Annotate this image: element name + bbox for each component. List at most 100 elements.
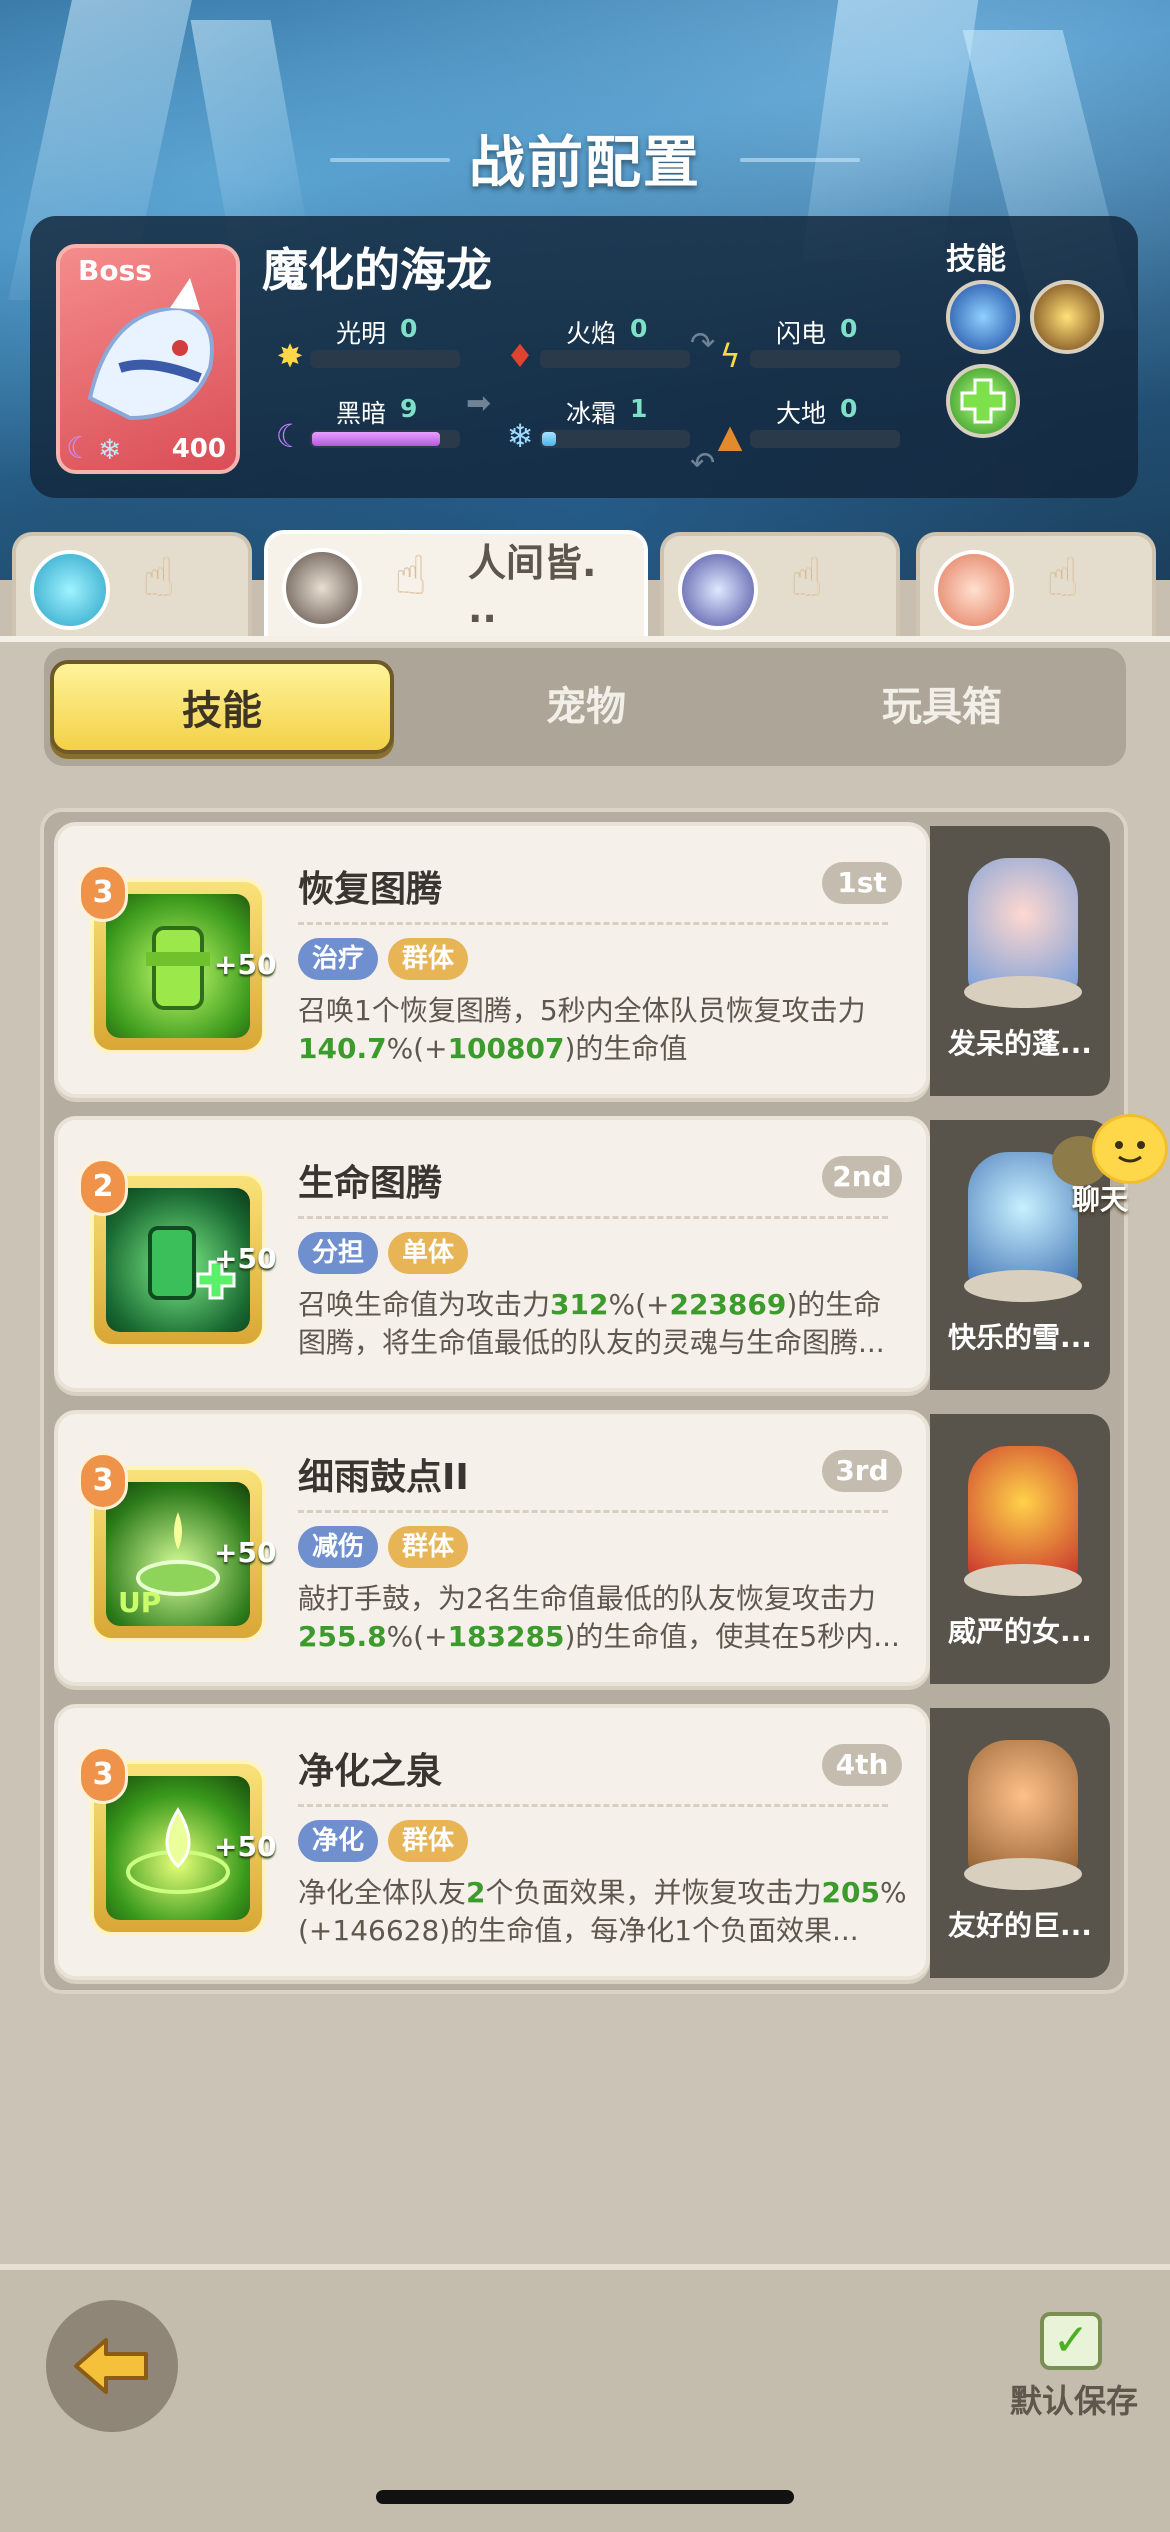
default-save-label[interactable]: 默认保存 — [1010, 2376, 1138, 2422]
hero-tab-2[interactable]: ☝ 人间皆. .. — [264, 530, 648, 638]
element-label: 黑暗 — [336, 399, 387, 428]
earth-icon: ▲ — [717, 417, 743, 455]
skill-tag: 群体 — [388, 1526, 468, 1568]
tap-hand-icon: ☝ — [1046, 546, 1079, 609]
boss-tag: Boss — [78, 254, 152, 287]
element-bar — [310, 350, 460, 368]
element-value: 0 — [840, 314, 858, 343]
tab-pets[interactable]: 宠物 — [414, 660, 758, 754]
skill-card-4[interactable]: +50 3 净化之泉 4th 净化 群体 净化全体队友2个负面效果，并恢复攻击力… — [54, 1704, 930, 1980]
pet-base — [964, 1564, 1082, 1596]
snowflake-icon: ❄ — [98, 433, 122, 466]
divider — [298, 1804, 888, 1807]
back-arrow-icon — [74, 2338, 148, 2394]
element-value: 9 — [400, 394, 418, 423]
skill-tag: 单体 — [388, 1232, 468, 1274]
boss-skill-burst-icon[interactable] — [1030, 280, 1104, 354]
skill-name: 净化之泉 — [298, 1751, 443, 1792]
default-save-checkbox[interactable]: ✓ — [1040, 2312, 1102, 2370]
pet-slot-1[interactable]: 发呆的蓬... — [930, 826, 1110, 1096]
element-lightning: ϟ 闪电 0 — [710, 314, 930, 384]
skill-tag: 群体 — [388, 938, 468, 980]
element-dark: ☾ 黑暗 9 — [270, 394, 490, 464]
skill-order-badge: 2nd — [822, 1156, 902, 1198]
pet-name: 威严的女... — [948, 1615, 1092, 1648]
element-label: 冰霜 — [566, 399, 617, 428]
boss-name: 魔化的海龙 — [262, 243, 492, 297]
moon-icon: ☾ — [66, 431, 93, 466]
divider — [298, 1510, 888, 1513]
boss-skills-label: 技能 — [946, 242, 1006, 277]
pet-name: 友好的巨... — [948, 1909, 1092, 1942]
element-bar — [310, 430, 460, 448]
boss-skill-heal-icon[interactable] — [946, 364, 1020, 438]
skill-name: 恢复图腾 — [298, 869, 443, 910]
boss-skill-water-icon[interactable] — [946, 280, 1020, 354]
skill-card-2[interactable]: +50 2 生命图腾 2nd 分担 单体 召唤生命值为攻击力312%(+2238… — [54, 1116, 930, 1392]
segment-control: 技能 宠物 玩具箱 — [44, 648, 1126, 766]
pet-base — [964, 1858, 1082, 1890]
skill-tag: 分担 — [298, 1232, 378, 1274]
pet-base — [964, 976, 1082, 1008]
header-banner: 战前配置 Boss ☾ ❄ 400 魔化的海龙 ✸ 光明 0 ♦ 火焰 0 ϟ … — [0, 0, 1170, 580]
skill-description: 召唤1个恢复图腾，5秒内全体队员恢复攻击力140.7%(+100807)的生命值 — [298, 994, 866, 1065]
back-button[interactable] — [46, 2300, 178, 2432]
upgrade-badge: UP — [118, 1586, 162, 1619]
pet-slot-3[interactable]: 威严的女... — [930, 1414, 1110, 1684]
skill-level-badge: 3 — [78, 864, 128, 922]
tab-skills[interactable]: 技能 — [50, 660, 394, 754]
home-indicator[interactable] — [376, 2490, 794, 2504]
skill-order-badge: 1st — [822, 862, 902, 904]
element-bar-fill — [312, 432, 440, 446]
element-label: 大地 — [776, 399, 827, 428]
skill-level-badge: 3 — [78, 1746, 128, 1804]
element-light: ✸ 光明 0 — [270, 314, 490, 384]
cycle-arrow-icon: ↷ — [690, 326, 716, 361]
element-label: 闪电 — [776, 319, 827, 348]
skill-level-badge: 2 — [78, 1158, 128, 1216]
moon-icon: ☾ — [275, 417, 305, 455]
skill-card-3[interactable]: UP +50 3 细雨鼓点II 3rd 减伤 群体 敲打手鼓，为2名生命值最低的… — [54, 1410, 930, 1686]
tab-toybox[interactable]: 玩具箱 — [770, 660, 1114, 754]
boss-level: 400 — [171, 434, 226, 464]
skill-description: 召唤生命值为攻击力312%(+223869)的生命图腾，将生命值最低的队友的灵魂… — [298, 1288, 885, 1359]
skill-description: 敲打手鼓，为2名生命值最低的队友恢复攻击力255.8%(+183285)的生命值… — [298, 1582, 900, 1653]
tap-hand-icon: ☝ — [790, 546, 823, 609]
tap-hand-icon: ☝ — [394, 544, 427, 607]
snowflake-icon: ❄ — [506, 417, 534, 455]
hero-avatar — [934, 550, 1014, 630]
divider — [298, 1216, 888, 1219]
hero-avatar — [282, 548, 362, 628]
element-bar-fill — [542, 432, 556, 446]
divider — [298, 922, 888, 925]
element-label: 光明 — [336, 319, 387, 348]
pet-slot-4[interactable]: 友好的巨... — [930, 1708, 1110, 1978]
skill-card-1[interactable]: +50 3 恢复图腾 1st 治疗 群体 召唤1个恢复图腾，5秒内全体队员恢复攻… — [54, 822, 930, 1098]
skill-name: 细雨鼓点II — [298, 1457, 469, 1498]
element-earth: ▲ 大地 0 — [710, 394, 930, 464]
hero-tab-1[interactable]: ☝ — [12, 532, 252, 640]
arrow-right-icon: ➡ — [466, 386, 492, 421]
skill-name: 生命图腾 — [298, 1163, 443, 1204]
skill-tag: 减伤 — [298, 1526, 378, 1568]
element-value: 1 — [630, 394, 648, 423]
hero-name: 人间皆. .. — [468, 541, 597, 631]
hero-tab-3[interactable]: ☝ — [660, 532, 900, 640]
page-title: 战前配置 — [469, 131, 701, 196]
hero-avatar — [678, 550, 758, 630]
element-frost: ❄ 冰霜 1 — [500, 394, 720, 464]
element-bar — [750, 350, 900, 368]
element-value: 0 — [400, 314, 418, 343]
element-value: 0 — [630, 314, 648, 343]
pet-name: 快乐的雪... — [948, 1321, 1092, 1354]
element-bar — [540, 350, 690, 368]
boss-info-panel: Boss ☾ ❄ 400 魔化的海龙 ✸ 光明 0 ♦ 火焰 0 ϟ 闪电 0 … — [30, 216, 1138, 498]
element-bar — [750, 430, 900, 448]
element-value: 0 — [840, 394, 858, 423]
chat-label[interactable]: 聊天 — [1072, 1178, 1128, 1218]
boss-portrait[interactable]: Boss ☾ ❄ 400 — [56, 244, 240, 474]
skill-bonus: +50 — [214, 948, 277, 981]
hero-tab-4[interactable]: ☝ — [916, 532, 1156, 640]
chat-icon[interactable] — [1092, 1114, 1168, 1184]
pet-name: 发呆的蓬... — [948, 1027, 1092, 1060]
